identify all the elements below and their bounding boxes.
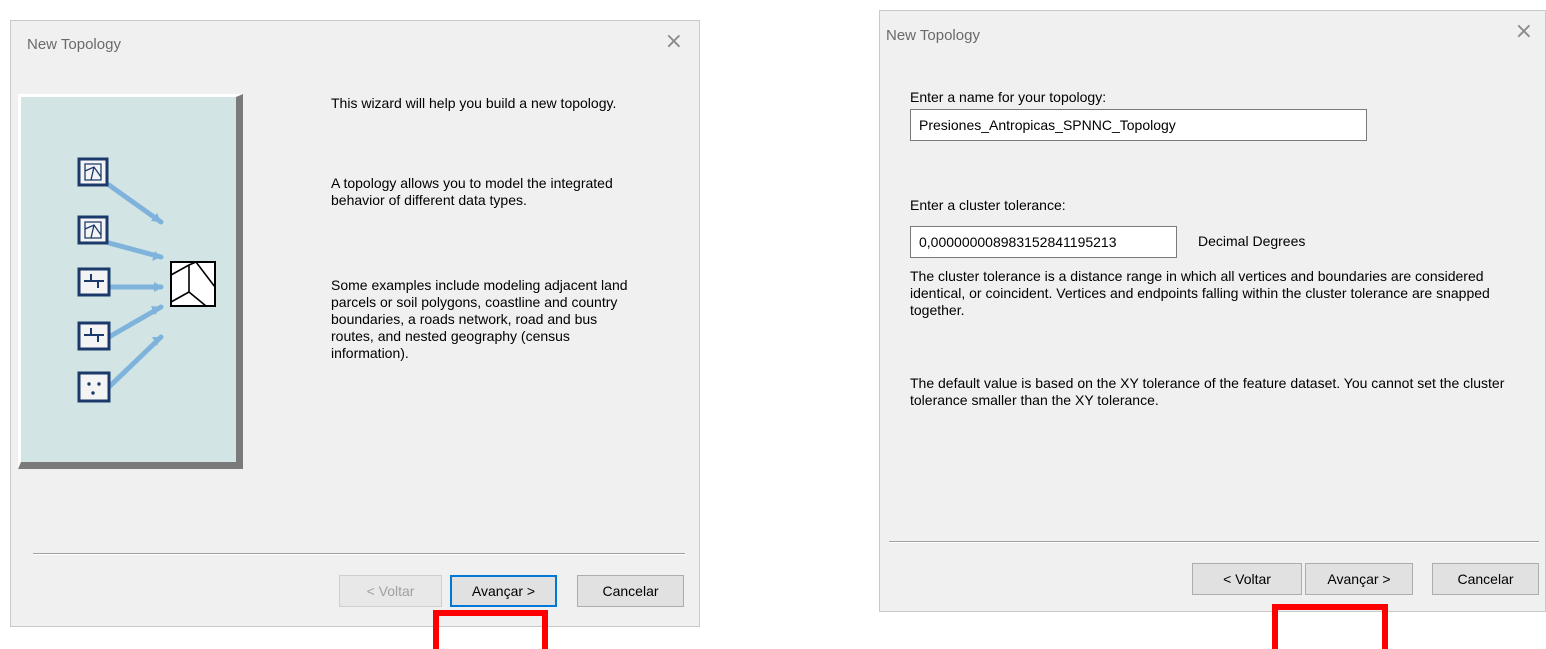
arrow-heads <box>151 213 163 346</box>
button-separator <box>889 541 1539 543</box>
close-icon[interactable]: × <box>665 31 683 53</box>
topology-description-text: A topology allows you to model the integ… <box>331 175 613 208</box>
cluster-tolerance-label: Enter a cluster tolerance: <box>910 197 1066 213</box>
dialog-title: New Topology <box>27 36 121 53</box>
topology-name-input[interactable]: Presiones_Antropicas_SPNNC_Topology <box>910 109 1367 141</box>
arrow-icons <box>106 182 164 390</box>
dialog-title: New Topology <box>886 27 980 44</box>
next-button[interactable]: Avançar > <box>450 575 557 607</box>
cancel-button[interactable]: Cancelar <box>1432 563 1539 595</box>
polygon-icon <box>77 215 109 245</box>
line-icon <box>77 321 111 351</box>
next-button-highlight <box>1272 604 1388 649</box>
topology-examples-text: Some examples include modeling adjacent … <box>331 277 628 361</box>
wizard-illustration <box>18 94 243 469</box>
point-icon <box>77 371 111 403</box>
xy-tolerance-description: The default value is based on the XY tol… <box>910 375 1505 408</box>
topology-icon <box>170 261 216 307</box>
wizard-intro-text: This wizard will help you build a new to… <box>331 95 617 111</box>
new-topology-dialog-settings: New Topology × Enter a name for your top… <box>879 10 1546 612</box>
topology-diagram <box>77 157 216 403</box>
back-button[interactable]: < Voltar <box>1192 563 1302 595</box>
tolerance-unit-label: Decimal Degrees <box>1198 233 1306 249</box>
topology-name-label: Enter a name for your topology: <box>910 89 1107 105</box>
button-separator <box>33 553 685 555</box>
back-button[interactable]: < Voltar <box>339 575 442 607</box>
next-button[interactable]: Avançar > <box>1305 563 1413 595</box>
line-icon <box>77 267 111 297</box>
polygon-icon <box>77 157 109 187</box>
cancel-button[interactable]: Cancelar <box>577 575 684 607</box>
close-icon[interactable]: × <box>1515 21 1533 43</box>
cluster-tolerance-description: The cluster tolerance is a distance rang… <box>910 268 1490 318</box>
new-topology-dialog-intro: New Topology × This wizard will help you… <box>10 20 700 627</box>
next-button-highlight <box>433 610 548 649</box>
cluster-tolerance-input[interactable]: 0,000000008983152841195213 <box>910 226 1177 258</box>
